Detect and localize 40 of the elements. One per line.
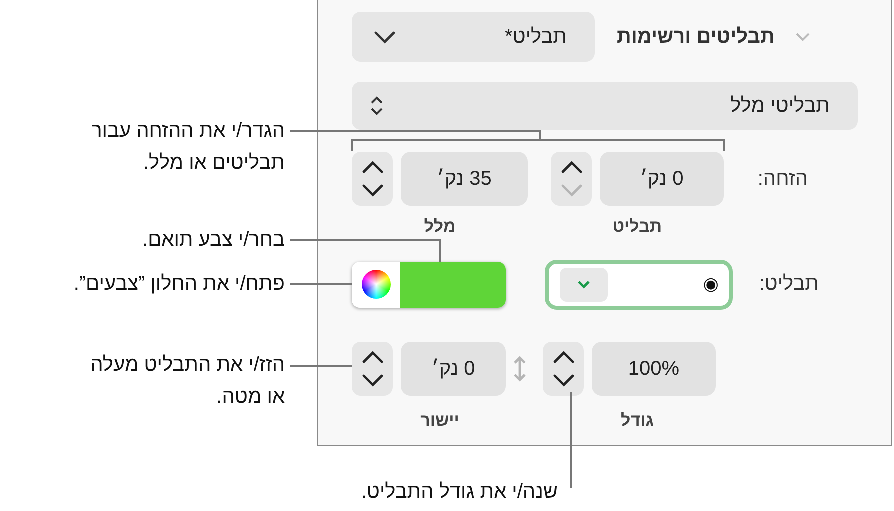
chevron-up-icon <box>362 161 384 174</box>
style-popup[interactable]: תבליט* <box>352 12 595 62</box>
chevron-down-icon <box>362 184 384 197</box>
section-title: תבליטים ורשימות <box>617 26 775 48</box>
chevron-down-icon <box>362 374 384 388</box>
callout-text: בחר/י צבע תואם. <box>142 228 285 253</box>
leader-line <box>290 283 352 285</box>
callout-text: פתח/י את החלון ”צבעים”. <box>72 272 285 297</box>
stepper[interactable] <box>352 152 393 206</box>
up-down-chevron-icon <box>370 95 384 117</box>
callout-text: הזז/י את התבליט מעלה או מטה. <box>90 353 285 410</box>
caption: מלל <box>423 216 457 237</box>
stepper[interactable] <box>543 342 584 396</box>
number-field[interactable]: 0 נק׳ <box>401 342 506 396</box>
number-field[interactable]: 35 נק׳ <box>401 152 528 206</box>
bullet-field[interactable]: ◉ <box>545 260 733 310</box>
indent-label: הזחה: <box>756 168 808 190</box>
stepper[interactable] <box>352 342 393 396</box>
up-down-arrow-icon <box>514 356 526 382</box>
callout-text: שנה/י את גודל התבליט. <box>360 480 558 505</box>
chevron-down-icon <box>374 30 396 44</box>
chevron-down-icon <box>560 184 582 197</box>
chevron-up-icon <box>552 351 574 364</box>
color-well[interactable] <box>352 262 506 308</box>
caption: גודל <box>620 410 655 431</box>
callout-text: הגדר/י את ההזחה עבור תבליטים או מלל. <box>90 119 285 176</box>
dropdown-button[interactable] <box>560 268 608 302</box>
bullet-label: תבליט: <box>758 273 819 296</box>
caption: תבליט <box>612 216 664 237</box>
list-type-popup[interactable]: תבליטי מלל <box>352 82 858 130</box>
chevron-down-icon <box>577 280 591 290</box>
chevron-down-icon <box>552 374 574 388</box>
number-field[interactable]: 100% <box>592 342 716 396</box>
chevron-up-icon <box>560 161 582 174</box>
caption: יישור <box>420 410 460 431</box>
color-swatch[interactable] <box>400 262 506 308</box>
chevron-up-icon <box>362 351 384 364</box>
color-wheel-icon[interactable] <box>362 270 390 300</box>
leader-line <box>290 365 352 367</box>
number-field[interactable]: 0 נק׳ <box>600 152 724 206</box>
